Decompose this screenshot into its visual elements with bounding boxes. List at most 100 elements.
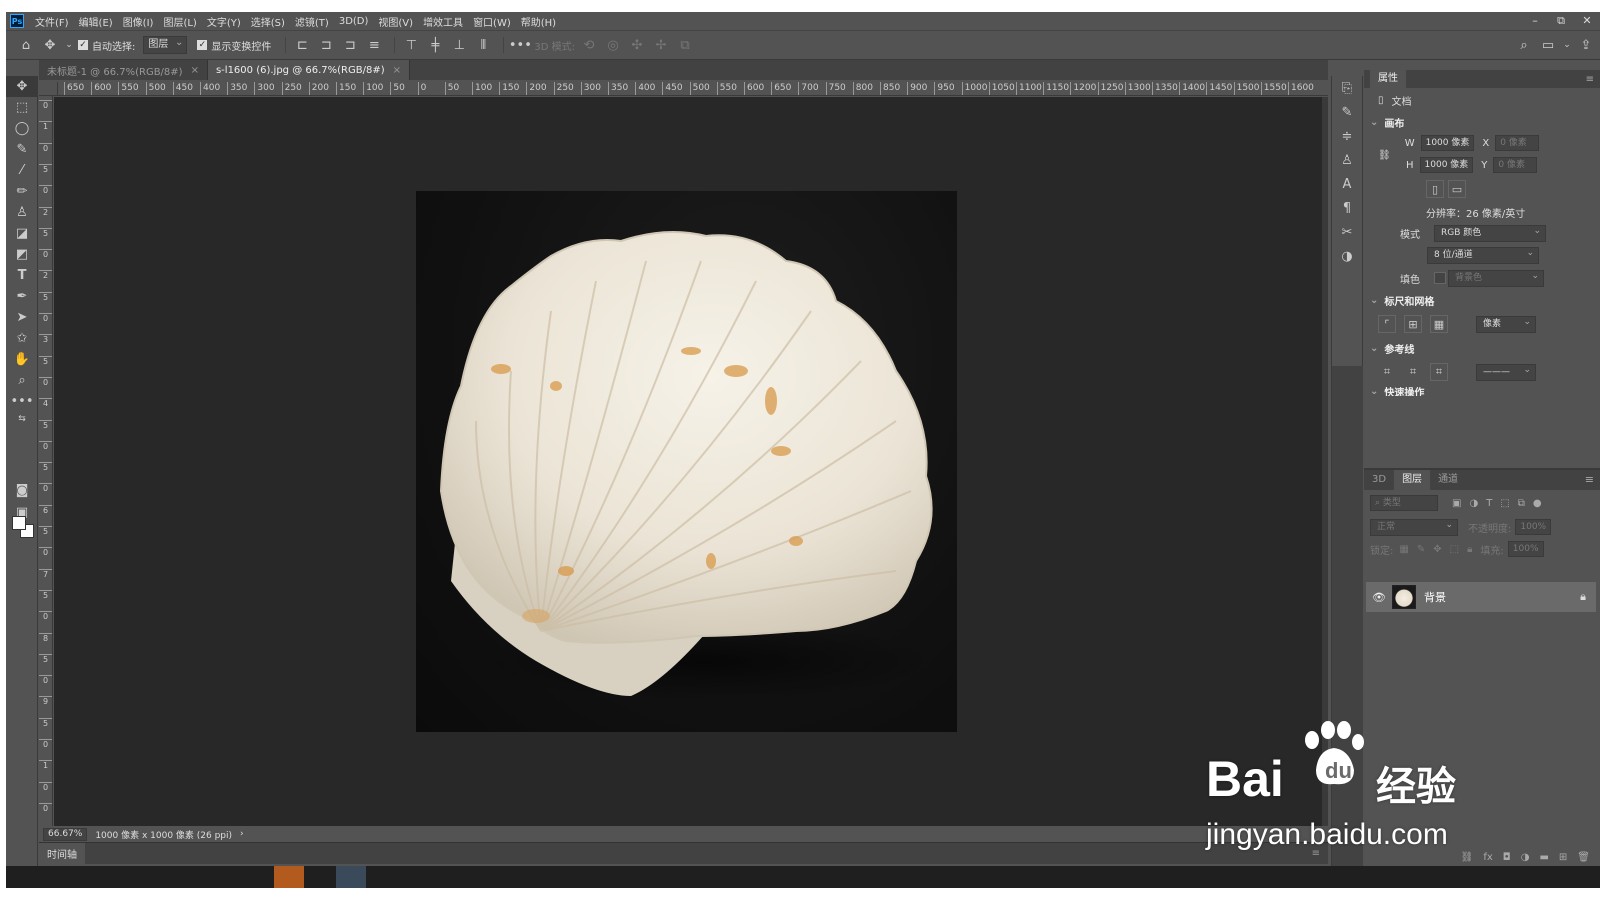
quick-actions-section-title[interactable]: 快速操作	[1364, 386, 1600, 397]
tab-layers[interactable]: 图层	[1394, 470, 1431, 490]
paragraph-icon[interactable]: ¶	[1332, 196, 1362, 220]
hand-tool-icon[interactable]: ✋	[6, 349, 38, 370]
taskbar-app-icon[interactable]	[336, 866, 366, 888]
styles-icon[interactable]: ◑	[1332, 244, 1362, 268]
layer-kind-filter[interactable]: ⌕ 类型	[1370, 495, 1438, 511]
shape-tool-icon[interactable]: ✩	[6, 328, 38, 349]
bit-depth-dropdown[interactable]: 8 位/通道	[1427, 246, 1539, 264]
mode-dropdown[interactable]: RGB 颜色	[1434, 224, 1546, 242]
auto-select-target-dropdown[interactable]: 图层	[143, 35, 188, 54]
y-field[interactable]: 0 像素	[1493, 157, 1538, 173]
tools-icon[interactable]: ✂	[1332, 220, 1362, 244]
filter-type-icon[interactable]: T	[1486, 498, 1492, 509]
canvas-area[interactable]	[54, 97, 1322, 826]
height-field[interactable]: 1000 像素	[1419, 157, 1474, 173]
move-tool-icon[interactable]: ✥	[40, 35, 60, 55]
fill-field[interactable]: 100%	[1507, 541, 1544, 557]
align-right-icon[interactable]: ⊐	[340, 35, 360, 55]
distribute-vertical-icon[interactable]: ≡	[364, 35, 384, 55]
ruler-toggle-icon[interactable]: ⌜	[1378, 315, 1396, 333]
visibility-eye-icon[interactable]: 👁︎	[1372, 591, 1386, 604]
home-icon[interactable]: ⌂	[16, 35, 36, 55]
menu-type[interactable]: 文字(Y)	[202, 14, 246, 29]
menu-select[interactable]: 选择(S)	[246, 14, 290, 29]
landscape-icon[interactable]: ▭	[1448, 180, 1466, 198]
new-group-icon[interactable]: ▬	[1539, 852, 1548, 863]
quick-mask-icon[interactable]: ◙	[6, 480, 38, 501]
menu-image[interactable]: 图像(I)	[118, 14, 159, 29]
align-vcenter-icon[interactable]: ╪	[425, 35, 445, 55]
lock-pixels-icon[interactable]: ▦	[1399, 544, 1408, 555]
lock-artboard-icon[interactable]: ⬚	[1450, 544, 1459, 555]
pen-tool-icon[interactable]: ✒	[6, 286, 38, 307]
path-select-tool-icon[interactable]: ➤	[6, 307, 38, 328]
lock-position-icon[interactable]: ✥	[1433, 544, 1441, 555]
filter-pixel-icon[interactable]: ▣	[1452, 498, 1461, 509]
lock-all-icon[interactable]: 🔒︎	[1467, 544, 1472, 555]
menu-file[interactable]: 文件(F)	[30, 14, 74, 29]
fill-swatch[interactable]	[1434, 272, 1446, 284]
tab-untitled[interactable]: 未标题-1 @ 66.7%(RGB/8#) ×	[39, 60, 208, 80]
opacity-field[interactable]: 100%	[1515, 519, 1552, 535]
quick-select-tool-icon[interactable]: ✎	[6, 139, 38, 160]
guides-section-title[interactable]: 参考线	[1364, 338, 1600, 358]
menu-filter[interactable]: 滤镜(T)	[290, 14, 334, 29]
tab-timeline[interactable]: 时间轴	[39, 842, 85, 865]
layer-name[interactable]: 背景	[1424, 589, 1446, 605]
auto-select-checkbox[interactable]: ✓ 自动选择:	[78, 38, 135, 53]
history-icon[interactable]: ⎘	[1332, 76, 1362, 100]
layer-row-background[interactable]: 👁︎ 背景 🔒︎	[1366, 582, 1596, 612]
chevron-down-icon[interactable]: ⌄	[64, 35, 74, 55]
width-field[interactable]: 1000 像素	[1420, 135, 1475, 151]
tab-channels[interactable]: 通道	[1430, 470, 1466, 490]
distribute-horizontal-icon[interactable]: ⦀	[473, 35, 493, 55]
guides-icon[interactable]: ⌗	[1378, 363, 1396, 381]
more-tools-icon[interactable]: •••	[6, 391, 38, 412]
menu-3d[interactable]: 3D(D)	[334, 16, 374, 27]
panel-menu-icon[interactable]: ≡	[1586, 74, 1594, 85]
minimize-button[interactable]: –	[1522, 14, 1548, 28]
filter-toggle-icon[interactable]: ●	[1533, 498, 1542, 509]
close-icon[interactable]: ×	[191, 65, 199, 76]
menu-layer[interactable]: 图层(L)	[158, 14, 201, 29]
workspace-icon[interactable]: ▭	[1538, 35, 1558, 55]
blend-mode-dropdown[interactable]: 正常	[1370, 518, 1458, 536]
brush-settings-icon[interactable]: ✎	[1332, 100, 1362, 124]
share-icon[interactable]: ⇪	[1576, 35, 1596, 55]
eraser-tool-icon[interactable]: ◪	[6, 223, 38, 244]
smart-guides-icon[interactable]: ⌗	[1430, 363, 1448, 381]
close-icon[interactable]: ×	[393, 65, 401, 76]
lock-paint-icon[interactable]: ✎	[1417, 544, 1425, 555]
taskbar-app-icon[interactable]	[274, 866, 304, 888]
close-button[interactable]: ✕	[1574, 14, 1600, 28]
new-layer-icon[interactable]: ⊞	[1559, 852, 1567, 863]
clone-source-icon[interactable]: ♙	[1332, 148, 1362, 172]
canvas-section-title[interactable]: 画布	[1364, 112, 1600, 132]
menu-view[interactable]: 视图(V)	[373, 14, 418, 29]
zoom-level[interactable]: 66.67%	[43, 827, 88, 841]
menu-edit[interactable]: 编辑(E)	[74, 14, 118, 29]
delete-layer-icon[interactable]: 🗑︎	[1577, 852, 1590, 863]
guide-style-dropdown[interactable]: ———	[1476, 363, 1536, 381]
guides-layout-icon[interactable]: ⌗	[1404, 363, 1422, 381]
panel-menu-icon[interactable]: ≡	[1585, 470, 1594, 490]
horizontal-ruler[interactable]: 650 600 550 500 450 400 350 300 250 200 150 100 50 0 5…	[58, 82, 1328, 96]
rulers-grids-section-title[interactable]: 标尺和网格	[1364, 290, 1600, 310]
vertical-scrollbar[interactable]	[1322, 97, 1328, 826]
lasso-tool-icon[interactable]: ◯	[6, 118, 38, 139]
search-icon[interactable]: ⌕	[1514, 35, 1534, 55]
adjustments-icon[interactable]: ≑	[1332, 124, 1362, 148]
tab-3d[interactable]: 3D	[1364, 470, 1394, 490]
link-icon[interactable]: ⛓	[1378, 150, 1391, 161]
tab-properties[interactable]: 属性	[1370, 70, 1406, 88]
move-tool-icon[interactable]: ✥	[6, 76, 38, 97]
document-canvas[interactable]	[416, 191, 957, 732]
eyedropper-tool-icon[interactable]: ⁄	[6, 160, 38, 181]
filter-smart-icon[interactable]: ⧉	[1518, 498, 1525, 509]
x-field[interactable]: 0 像素	[1495, 135, 1540, 151]
character-icon[interactable]: A	[1332, 172, 1362, 196]
portrait-icon[interactable]: ▯	[1426, 180, 1444, 198]
align-top-icon[interactable]: ⊤	[401, 35, 421, 55]
filter-adjust-icon[interactable]: ◑	[1469, 498, 1478, 509]
vertical-ruler[interactable]: 0105025025035045050650750850950100	[39, 96, 53, 826]
